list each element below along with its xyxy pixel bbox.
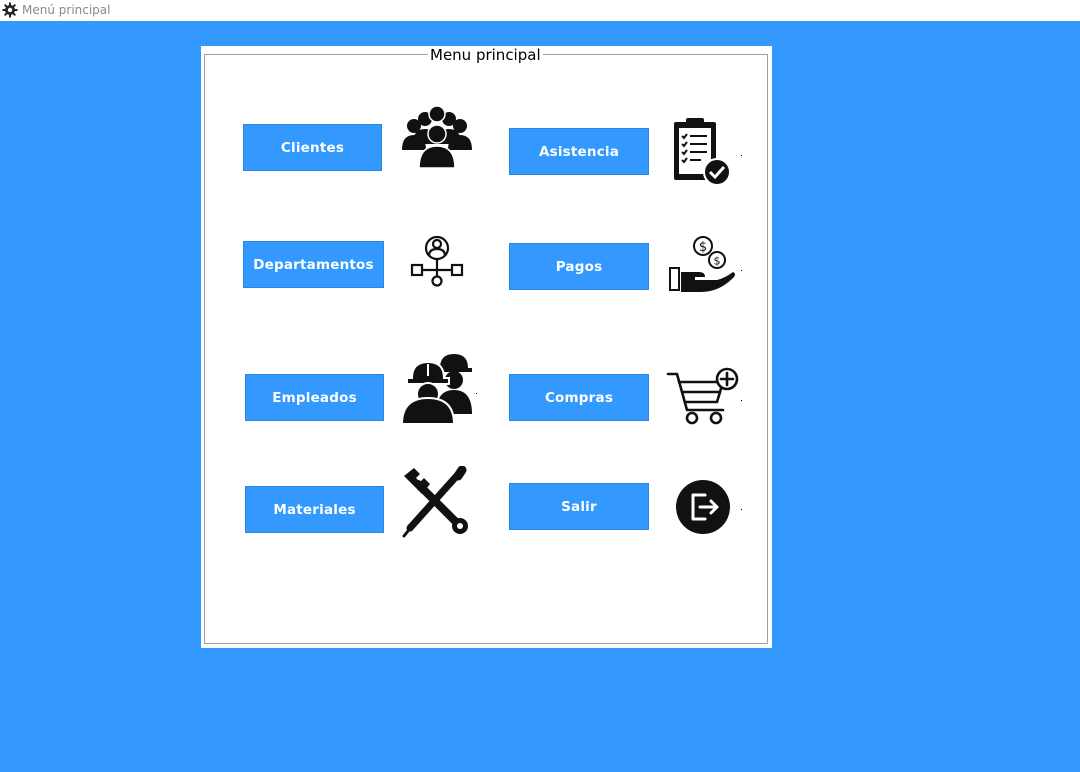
stray-dot [741, 400, 742, 401]
empleados-button[interactable]: Empleados [245, 374, 384, 421]
gear-icon [2, 2, 18, 18]
exit-icon[interactable] [675, 479, 731, 535]
payment-hand-icon[interactable]: $ $ [667, 234, 737, 296]
window-title: Menú principal [22, 3, 111, 17]
cart-add-icon[interactable] [665, 366, 741, 428]
materiales-button[interactable]: Materiales [245, 486, 384, 533]
group-users-icon[interactable] [401, 104, 473, 170]
compras-button[interactable]: Compras [509, 374, 649, 421]
clipboard-check-icon[interactable] [671, 116, 733, 188]
title-bar: Menú principal [0, 0, 1080, 21]
stray-dot [476, 393, 477, 394]
org-chart-icon[interactable] [409, 234, 465, 290]
clientes-button[interactable]: Clientes [243, 124, 382, 171]
panel-legend: Menu principal [428, 46, 543, 64]
svg-text:$: $ [699, 240, 707, 255]
asistencia-button[interactable]: Asistencia [509, 128, 649, 175]
stray-dot [741, 155, 742, 156]
stray-dot [741, 270, 742, 271]
salir-button[interactable]: Salir [509, 483, 649, 530]
stray-dot [741, 509, 742, 510]
pagos-button[interactable]: Pagos [509, 243, 649, 290]
workers-icon[interactable] [400, 352, 476, 426]
tools-icon[interactable] [400, 466, 474, 540]
svg-text:$: $ [714, 255, 721, 268]
departamentos-button[interactable]: Departamentos [243, 241, 384, 288]
main-menu-panel: Menu principal Clientes Asistencia Depar… [201, 46, 772, 648]
